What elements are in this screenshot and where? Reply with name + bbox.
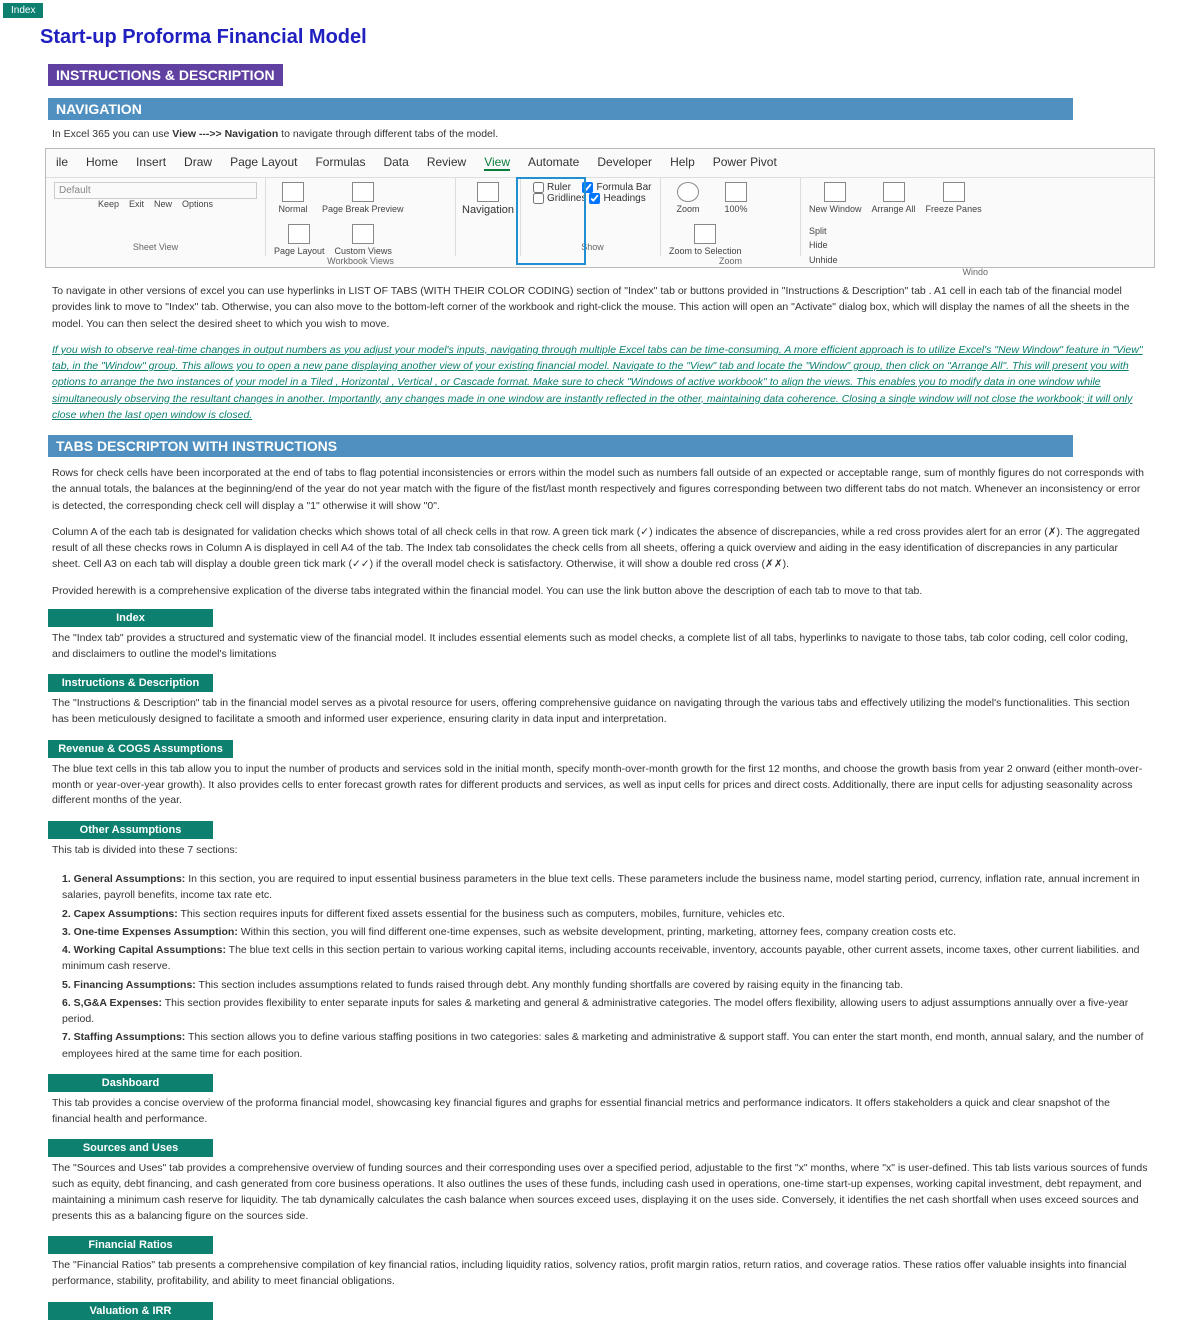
list-item: 7. Staffing Assumptions: This section al… xyxy=(62,1029,1148,1062)
ratios-desc: The "Financial Ratios" tab presents a co… xyxy=(52,1258,1148,1290)
zoom100-button[interactable]: 100% xyxy=(717,182,755,214)
normal-view-button[interactable]: Normal xyxy=(274,182,312,214)
nav-intro-text: In Excel 365 you can use View --->> Navi… xyxy=(52,128,1148,140)
ribbon-tab-draw[interactable]: Draw xyxy=(184,155,212,171)
revenue-link-button[interactable]: Revenue & COGS Assumptions xyxy=(48,740,233,758)
list-item: 2. Capex Assumptions: This section requi… xyxy=(62,906,1148,922)
excel-ribbon: ile Home Insert Draw Page Layout Formula… xyxy=(45,148,1155,268)
ribbon-tab-developer[interactable]: Developer xyxy=(597,155,652,171)
list-item: 3. One-time Expenses Assumption: Within … xyxy=(62,924,1148,940)
page-title: Start-up Proforma Financial Model xyxy=(40,26,1160,49)
ribbon-tab-help[interactable]: Help xyxy=(670,155,695,171)
arrangeall-button[interactable]: Arrange All xyxy=(872,182,916,214)
ribbon-tab-review[interactable]: Review xyxy=(427,155,466,171)
ribbon-tabs: ile Home Insert Draw Page Layout Formula… xyxy=(46,149,1154,178)
list-item: 6. S,G&A Expenses: This section provides… xyxy=(62,995,1148,1028)
instructions-link-button[interactable]: Instructions & Description xyxy=(48,674,213,692)
list-item: 5. Financing Assumptions: This section i… xyxy=(62,977,1148,993)
ribbon-tab-home[interactable]: Home xyxy=(86,155,118,171)
headings-checkbox[interactable] xyxy=(589,193,600,204)
index-desc: The "Index tab" provides a structured an… xyxy=(52,631,1148,663)
ratios-link-button[interactable]: Financial Ratios xyxy=(48,1236,213,1254)
index-tab[interactable]: Index xyxy=(3,3,43,18)
list-item: 1. General Assumptions: In this section,… xyxy=(62,871,1148,904)
navigation-para1: To navigate in other versions of excel y… xyxy=(52,283,1148,332)
revenue-desc: The blue text cells in this tab allow yo… xyxy=(52,762,1148,809)
sources-desc: The "Sources and Uses" tab provides a co… xyxy=(52,1161,1148,1224)
ribbon-tab-view[interactable]: View xyxy=(484,155,510,171)
other-intro: This tab is divided into these 7 section… xyxy=(52,843,1148,859)
other-link-button[interactable]: Other Assumptions xyxy=(48,821,213,839)
window-label: Windo xyxy=(962,267,988,277)
new-window-tip: If you wish to observe real-time changes… xyxy=(52,342,1148,423)
pagelayout-button[interactable]: Page Layout xyxy=(274,224,325,256)
tabs-description-header: TABS DESCRIPTON WITH INSTRUCTIONS xyxy=(48,435,1073,457)
valuation-link-button[interactable]: Valuation & IRR xyxy=(48,1302,213,1320)
exit-button[interactable]: Exit xyxy=(129,199,144,209)
zoom-label: Zoom xyxy=(719,256,742,266)
other-assumptions-list: 1. General Assumptions: In this section,… xyxy=(52,871,1148,1062)
ribbon-tab-data[interactable]: Data xyxy=(383,155,408,171)
hide-button[interactable]: Hide xyxy=(809,238,838,252)
ruler-checkbox[interactable] xyxy=(533,182,544,193)
tabs-para2: Column A of the each tab is designated f… xyxy=(52,524,1148,573)
customviews-button[interactable]: Custom Views xyxy=(335,224,392,256)
ribbon-tab-powerpivot[interactable]: Power Pivot xyxy=(713,155,777,171)
tabs-para1: Rows for check cells have been incorpora… xyxy=(52,465,1148,514)
ribbon-tab-insert[interactable]: Insert xyxy=(136,155,166,171)
ribbon-tab-file[interactable]: ile xyxy=(56,155,68,171)
instructions-header: INSTRUCTIONS & DESCRIPTION xyxy=(48,64,283,86)
ribbon-tab-pagelayout[interactable]: Page Layout xyxy=(230,155,297,171)
newwindow-button[interactable]: New Window xyxy=(809,182,862,214)
tabs-para3: Provided herewith is a comprehensive exp… xyxy=(52,583,1148,599)
sheetview-default[interactable]: Default xyxy=(54,182,257,199)
ribbon-tab-automate[interactable]: Automate xyxy=(528,155,579,171)
navigation-header: NAVIGATION xyxy=(48,98,1073,120)
index-link-button[interactable]: Index xyxy=(48,609,213,627)
zoomselection-button[interactable]: Zoom to Selection xyxy=(669,224,742,256)
list-item: 4. Working Capital Assumptions: The blue… xyxy=(62,942,1148,975)
sheetview-label: Sheet View xyxy=(133,242,178,252)
keep-button[interactable]: Keep xyxy=(98,199,119,209)
formulabar-checkbox[interactable] xyxy=(582,182,593,193)
gridlines-checkbox[interactable] xyxy=(533,193,544,204)
sources-link-button[interactable]: Sources and Uses xyxy=(48,1139,213,1157)
freezepanes-button[interactable]: Freeze Panes xyxy=(926,182,982,214)
pagebreak-button[interactable]: Page Break Preview xyxy=(322,182,404,214)
split-button[interactable]: Split xyxy=(809,224,838,238)
new-button[interactable]: New xyxy=(154,199,172,209)
unhide-button[interactable]: Unhide xyxy=(809,253,838,267)
dashboard-link-button[interactable]: Dashboard xyxy=(48,1074,213,1092)
dashboard-desc: This tab provides a concise overview of … xyxy=(52,1096,1148,1128)
options-button[interactable]: Options xyxy=(182,199,213,209)
ribbon-tab-formulas[interactable]: Formulas xyxy=(315,155,365,171)
show-label: Show xyxy=(581,242,604,252)
workbookviews-label: Workbook Views xyxy=(327,256,394,266)
zoom-button[interactable]: Zoom xyxy=(669,182,707,214)
navigation-button[interactable]: Navigation xyxy=(462,182,514,216)
instructions-desc: The "Instructions & Description" tab in … xyxy=(52,696,1148,728)
